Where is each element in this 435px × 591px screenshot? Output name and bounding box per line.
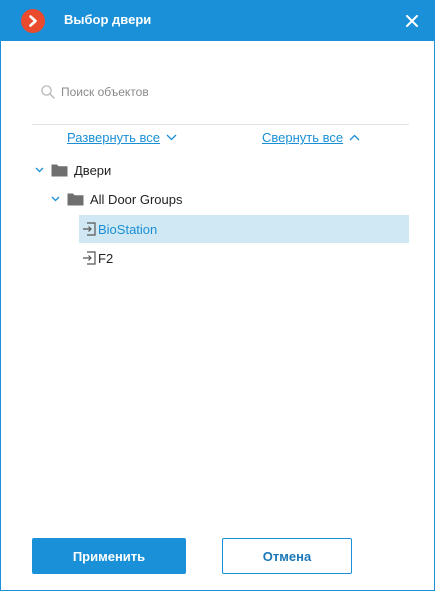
expand-all-link[interactable]: Развернуть все [67, 130, 177, 145]
chevron-down-icon [51, 196, 59, 202]
collapse-all-label: Свернуть все [262, 130, 344, 145]
app-logo-icon [21, 9, 45, 33]
chevron-down-icon [35, 167, 43, 173]
folder-icon [67, 193, 84, 206]
cancel-button[interactable]: Отмена [222, 538, 352, 574]
chevron-down-icon [166, 134, 177, 141]
tree-node-label: BioStation [98, 221, 158, 237]
tree-node-door-f2[interactable]: F2 [79, 244, 409, 272]
expand-toggle-all-door-groups[interactable] [49, 193, 61, 205]
search-icon [41, 85, 55, 99]
title-bar: Выбор двери [1, 1, 434, 41]
folder-icon [51, 164, 68, 177]
apply-button[interactable]: Применить [32, 538, 186, 574]
collapse-all-link[interactable]: Свернуть все [262, 130, 360, 145]
search-input[interactable] [61, 81, 401, 103]
expand-all-label: Развернуть все [67, 130, 161, 145]
door-icon [83, 251, 96, 265]
tree-node-label: Двери [74, 162, 112, 178]
tree-node-doors[interactable]: Двери [33, 156, 409, 184]
tree-node-label: F2 [98, 250, 114, 266]
tree-node-label: All Door Groups [90, 191, 183, 207]
search-box [32, 77, 409, 125]
tree-node-all-door-groups[interactable]: All Door Groups [49, 185, 409, 213]
door-selection-dialog: Выбор двери Развернуть все Свернуть все [0, 0, 435, 591]
tree-node-door-biostation[interactable]: BioStation [79, 215, 409, 243]
door-icon [83, 222, 96, 236]
close-icon[interactable] [402, 11, 422, 31]
expand-toggle-doors[interactable] [33, 164, 45, 176]
chevron-up-icon [349, 134, 360, 141]
dialog-title: Выбор двери [64, 12, 152, 27]
